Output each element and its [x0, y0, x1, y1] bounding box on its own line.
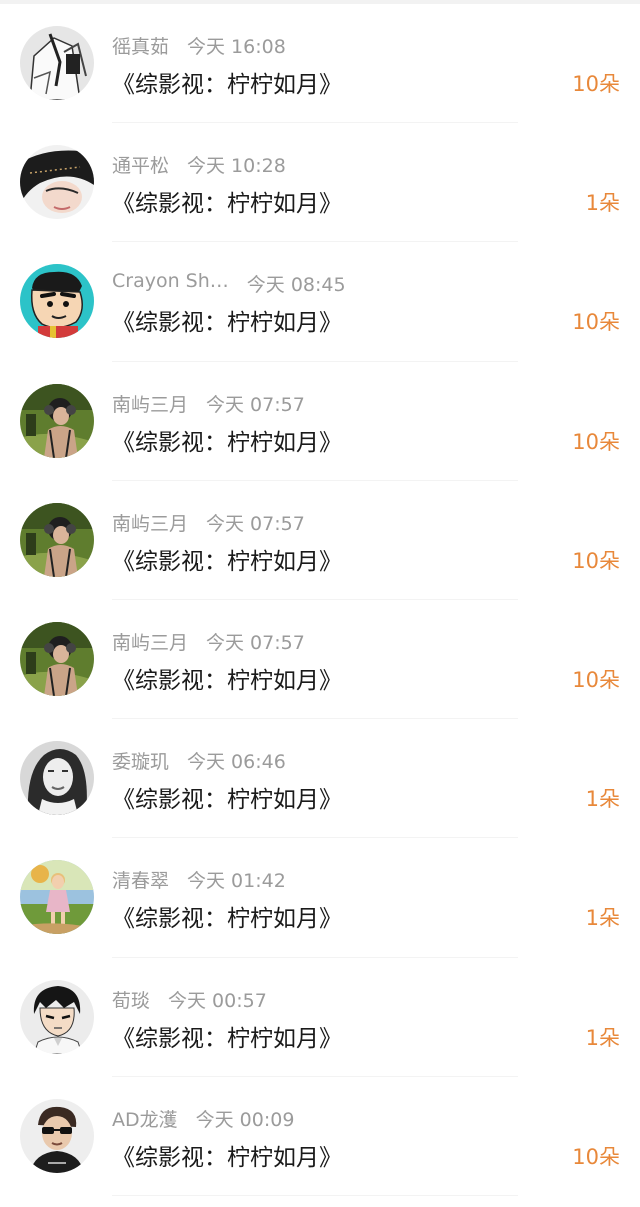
avatar[interactable] [20, 979, 94, 1054]
user-name[interactable]: 委璇玑 [112, 747, 169, 774]
record-time: 今天 07:57 [206, 393, 305, 416]
avatar[interactable] [20, 860, 94, 935]
record-meta: Crayon Sh… 今天 08:45 [112, 270, 346, 296]
record-meta: 南屿三月 今天 07:57 [112, 628, 305, 654]
record-time: 今天 01:42 [187, 870, 286, 893]
anime-man-icon [20, 979, 94, 1054]
record-time: 今天 00:09 [195, 1108, 295, 1131]
list-item[interactable]: 南屿三月 今天 07:57 《综影视：柠柠如月》 10朵 [0, 600, 640, 720]
man-sunglasses-icon [20, 1098, 94, 1173]
cartoon-boy-icon [20, 264, 94, 339]
list-item[interactable]: 南屿三月 今天 07:57 《综影视：柠柠如月》 10朵 [0, 362, 640, 481]
girl-headphones-icon [20, 502, 94, 577]
flower-count: 10朵 [572, 548, 620, 573]
list-item[interactable]: 徭真茹 今天 16:08 《综影视：柠柠如月》 10朵 [0, 4, 640, 124]
list-item[interactable]: 荀琰 今天 00:57 《综影视：柠柠如月》 1朵 [0, 958, 640, 1077]
avatar[interactable] [20, 1098, 94, 1173]
record-time: 今天 06:46 [187, 751, 286, 774]
avatar[interactable] [20, 502, 94, 577]
user-name[interactable]: Crayon Sh… [112, 270, 229, 292]
record-meta: 通平松 今天 10:28 [112, 151, 286, 177]
girl-headphones-icon [20, 383, 94, 458]
user-name[interactable]: 徭真茹 [112, 32, 169, 59]
record-time: 今天 08:45 [246, 274, 346, 297]
user-name[interactable]: 南屿三月 [112, 509, 188, 536]
user-name[interactable]: 南屿三月 [112, 628, 188, 655]
row-divider [112, 1194, 518, 1196]
book-title[interactable]: 《综影视：柠柠如月》 [112, 1138, 342, 1172]
record-meta: 徭真茹 今天 16:08 [112, 32, 286, 58]
avatar[interactable] [20, 26, 94, 100]
child-outdoor-icon [20, 860, 94, 935]
avatar[interactable] [20, 264, 94, 339]
record-meta: 委璇玑 今天 06:46 [112, 747, 286, 773]
flower-count: 10朵 [572, 1144, 620, 1169]
book-title[interactable]: 《综影视：柠柠如月》 [112, 661, 342, 695]
book-title[interactable]: 《综影视：柠柠如月》 [112, 1019, 342, 1053]
list-item[interactable]: 清春翠 今天 01:42 《综影视：柠柠如月》 1朵 [0, 838, 640, 958]
girl-headphones-icon [20, 621, 94, 696]
record-meta: 南屿三月 今天 07:57 [112, 509, 305, 535]
book-title[interactable]: 《综影视：柠柠如月》 [112, 303, 342, 337]
flower-count: 1朵 [585, 787, 620, 812]
user-name[interactable]: 通平松 [112, 151, 169, 178]
book-title[interactable]: 《综影视：柠柠如月》 [112, 423, 342, 457]
flower-count: 10朵 [572, 429, 620, 454]
record-time: 今天 07:57 [206, 631, 305, 654]
user-name[interactable]: 南屿三月 [112, 390, 188, 417]
flower-count: 1朵 [585, 191, 620, 216]
record-time: 今天 16:08 [187, 36, 286, 58]
avatar[interactable] [20, 621, 94, 696]
user-name[interactable]: 荀琰 [112, 986, 150, 1013]
list-item[interactable]: AD龙濩 今天 00:09 《综影视：柠柠如月》 10朵 [0, 1077, 640, 1196]
record-meta: AD龙濩 今天 00:09 [112, 1105, 294, 1131]
flower-count: 1朵 [585, 1025, 620, 1050]
girl-long-hair-icon [20, 145, 94, 220]
record-time: 今天 07:57 [206, 512, 305, 535]
book-title[interactable]: 《综影视：柠柠如月》 [112, 65, 342, 99]
avatar[interactable] [20, 383, 94, 458]
list-item[interactable]: 委璇玑 今天 06:46 《综影视：柠柠如月》 1朵 [0, 719, 640, 839]
book-title[interactable]: 《综影视：柠柠如月》 [112, 780, 342, 814]
user-name[interactable]: AD龙濩 [112, 1105, 178, 1132]
flower-count: 1朵 [585, 906, 620, 931]
book-title[interactable]: 《综影视：柠柠如月》 [112, 184, 342, 218]
book-title[interactable]: 《综影视：柠柠如月》 [112, 899, 342, 933]
book-title[interactable]: 《综影视：柠柠如月》 [112, 542, 342, 576]
flower-count: 10朵 [572, 310, 620, 335]
gift-record-list: 徭真茹 今天 16:08 《综影视：柠柠如月》 10朵 通平松 今天 10:28 《… [0, 4, 640, 1196]
record-meta: 清春翠 今天 01:42 [112, 866, 286, 892]
user-name[interactable]: 清春翠 [112, 866, 169, 893]
flower-count: 10朵 [572, 72, 620, 96]
list-item[interactable]: 南屿三月 今天 07:57 《综影视：柠柠如月》 10朵 [0, 481, 640, 600]
record-meta: 荀琰 今天 00:57 [112, 986, 267, 1012]
woman-portrait-bw-icon [20, 741, 94, 816]
list-item[interactable]: Crayon Sh… 今天 08:45 《综影视：柠柠如月》 10朵 [0, 242, 640, 362]
record-time: 今天 10:28 [187, 155, 286, 178]
record-meta: 南屿三月 今天 07:57 [112, 390, 305, 416]
flower-count: 10朵 [572, 667, 620, 692]
avatar[interactable] [20, 145, 94, 220]
record-time: 今天 00:57 [168, 989, 267, 1012]
list-item[interactable]: 通平松 今天 10:28 《综影视：柠柠如月》 1朵 [0, 123, 640, 243]
avatar[interactable] [20, 741, 94, 816]
manga-portrait-icon [20, 26, 94, 100]
